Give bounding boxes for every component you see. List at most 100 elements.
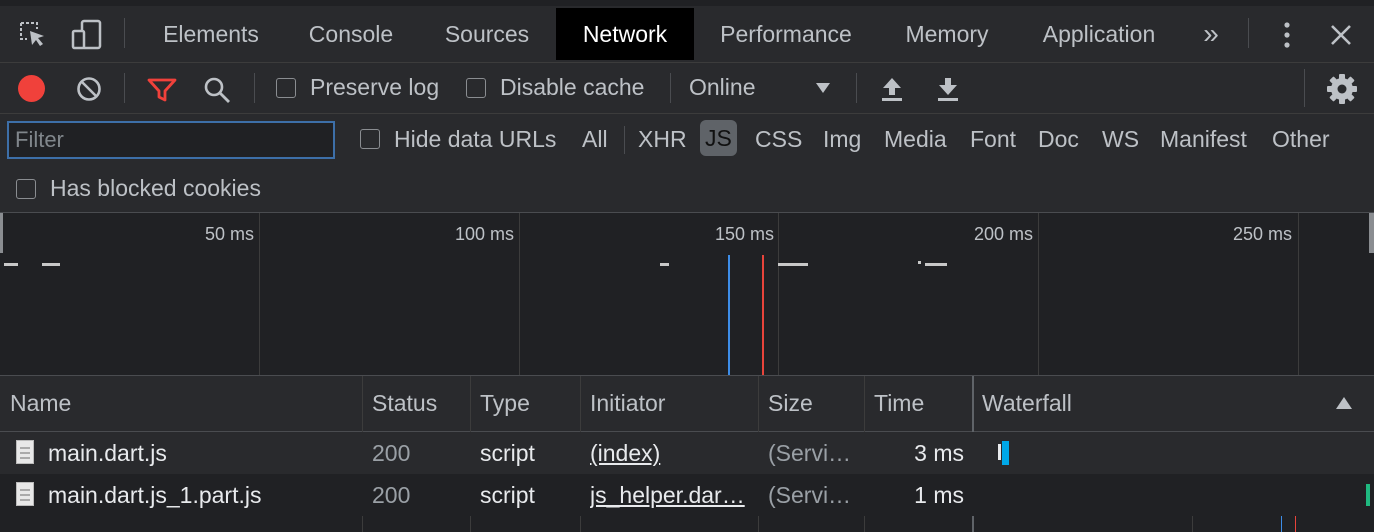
file-icon [16,482,34,506]
tab-application[interactable]: Application [1026,8,1172,60]
filter-bar: Hide data URLs All XHR JS CSS Img Media … [0,114,1374,213]
request-initiator[interactable]: (index) [590,440,752,467]
waterfall-wait-bar [998,444,1001,460]
toolbar-divider [856,73,857,103]
overview-gridline [1038,213,1039,375]
table-row[interactable]: main.dart.js 200 script (index) (Servi… … [0,432,1374,474]
type-filter-media[interactable]: Media [884,126,947,153]
more-tabs-icon[interactable]: » [1190,8,1232,60]
sort-ascending-icon[interactable] [1334,395,1354,411]
inspect-element-icon[interactable] [18,20,48,50]
overview-request-bar [660,263,669,266]
type-filter-manifest[interactable]: Manifest [1160,126,1247,153]
overview-gridline [1298,213,1299,375]
network-toolbar: Preserve log Disable cache Online [0,63,1374,114]
overview-request-bar [918,261,921,264]
type-filter-doc[interactable]: Doc [1038,126,1079,153]
tab-sources[interactable]: Sources [426,8,548,60]
preserve-log-label: Preserve log [310,74,440,100]
hide-data-urls-label: Hide data URLs [394,126,557,152]
request-time: 3 ms [914,440,964,466]
tab-network[interactable]: Network [556,8,694,60]
toolbar-divider [124,18,125,48]
disable-cache-checkbox[interactable] [466,78,486,98]
overview-gridline [778,213,779,375]
file-icon [16,440,34,464]
kebab-menu-icon[interactable] [1276,20,1298,50]
export-har-icon[interactable] [934,75,962,103]
overview-request-bar [4,263,18,266]
type-filter-ws[interactable]: WS [1102,126,1139,153]
overview-left-handle[interactable] [0,213,3,253]
hide-data-urls-checkbox[interactable] [360,129,380,149]
overview-gridline [259,213,260,375]
overview-tick-label: 100 ms [454,224,514,244]
has-blocked-cookies-label: Has blocked cookies [50,175,261,201]
column-header-waterfall[interactable]: Waterfall [982,390,1072,417]
network-overview[interactable]: 50 ms 100 ms 150 ms 200 ms 250 ms [0,213,1374,376]
device-toolbar-icon[interactable] [70,18,104,52]
overview-tick-label: 250 ms [1232,224,1292,244]
requests-table-header: Name Status Type Initiator Size Time Wat… [0,376,1374,432]
request-type: script [480,482,535,508]
overview-right-handle[interactable] [1369,213,1374,253]
overview-request-bar [925,263,947,266]
disable-cache-label: Disable cache [500,74,645,100]
throttling-select[interactable]: Online [689,74,755,101]
type-filter-font[interactable]: Font [970,126,1016,153]
window-top-strip [0,0,1374,6]
dom-content-loaded-marker [728,255,730,375]
type-filter-xhr[interactable]: XHR [638,126,687,153]
request-name: main.dart.js_1.part.js [48,482,262,508]
column-header-type[interactable]: Type [480,390,530,417]
table-row[interactable]: main.dart.js_1.part.js 200 script js_hel… [0,474,1374,516]
request-initiator[interactable]: js_helper.dar… [590,482,752,509]
overview-tick-label: 150 ms [714,224,774,244]
type-filter-other[interactable]: Other [1272,126,1330,153]
waterfall-download-bar [1002,441,1009,465]
overview-request-bar [778,263,808,266]
type-filter-js[interactable]: JS [700,120,737,156]
type-filter-css[interactable]: CSS [755,126,802,153]
close-icon[interactable] [1328,22,1354,48]
overview-tick-label: 200 ms [973,224,1033,244]
import-har-icon[interactable] [878,75,906,103]
clear-icon[interactable] [76,76,102,102]
column-header-status[interactable]: Status [372,390,437,417]
request-time: 1 ms [914,482,964,508]
toolbar-divider [670,73,671,103]
toolbar-divider [1248,18,1249,48]
search-icon[interactable] [202,75,232,105]
toolbar-divider [254,73,255,103]
tab-console[interactable]: Console [290,8,412,60]
overview-tick-label: 50 ms [204,224,254,244]
column-header-name[interactable]: Name [10,390,71,417]
request-status: 200 [372,482,411,508]
column-header-time[interactable]: Time [874,390,924,417]
waterfall-download-bar [1366,484,1370,506]
request-size: (Servi… [768,440,852,466]
load-event-marker [762,255,764,375]
filter-input[interactable] [7,121,335,159]
tab-performance[interactable]: Performance [706,8,866,60]
filter-divider [624,126,625,154]
toolbar-divider [124,73,125,103]
request-name: main.dart.js [48,440,167,466]
request-type: script [480,440,535,466]
filter-funnel-icon[interactable] [146,76,178,104]
request-size: (Servi… [768,482,852,508]
type-filter-all[interactable]: All [582,126,608,153]
overview-request-bar [42,263,60,266]
column-header-size[interactable]: Size [768,390,813,417]
type-filter-img[interactable]: Img [823,126,861,153]
column-header-initiator[interactable]: Initiator [590,390,665,417]
chevron-down-icon[interactable] [814,81,832,95]
gear-icon[interactable] [1326,73,1358,105]
has-blocked-cookies-checkbox[interactable] [16,179,36,199]
record-button[interactable] [18,75,45,102]
devtools-tab-bar: Elements Console Sources Network Perform… [0,0,1374,63]
tab-elements[interactable]: Elements [146,8,276,60]
tab-memory[interactable]: Memory [888,8,1006,60]
preserve-log-checkbox[interactable] [276,78,296,98]
overview-gridline [519,213,520,375]
